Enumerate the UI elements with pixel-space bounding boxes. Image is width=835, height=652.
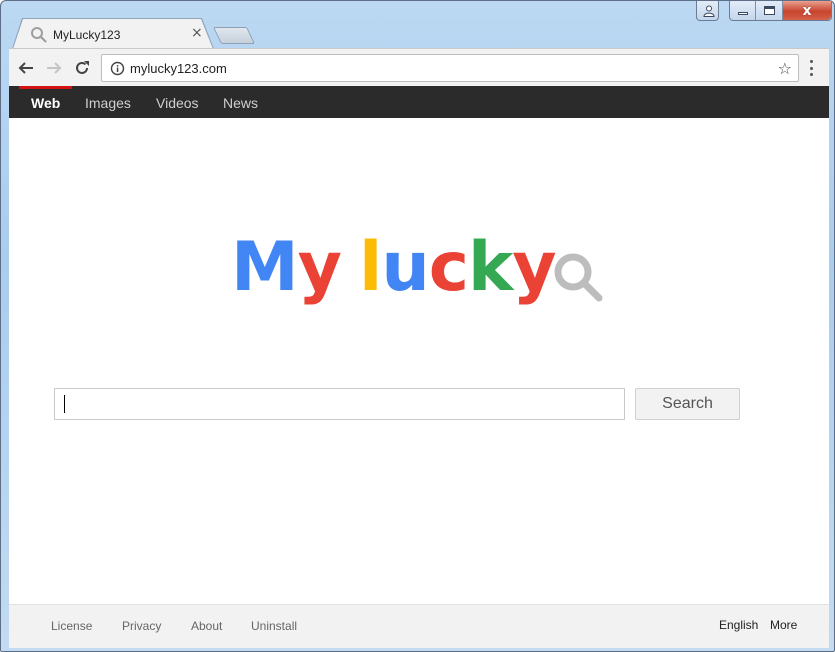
minimize-button[interactable] xyxy=(730,1,757,20)
footer-link-uninstall[interactable]: Uninstall xyxy=(251,619,297,633)
nav-web[interactable]: Web xyxy=(31,95,60,111)
forward-arrow-icon xyxy=(47,62,62,74)
page-content: Web Images Videos News My lucky Search L… xyxy=(9,86,829,648)
address-bar[interactable]: mylucky123.com ☆ xyxy=(101,54,799,82)
maximize-button[interactable] xyxy=(756,1,783,20)
reload-button[interactable] xyxy=(71,57,93,79)
search-input[interactable] xyxy=(54,388,625,420)
search-button[interactable]: Search xyxy=(635,388,740,420)
footer-link-license[interactable]: License xyxy=(51,619,92,633)
profile-button[interactable] xyxy=(696,1,719,21)
logo-letter: c xyxy=(428,228,469,307)
logo-letter: M xyxy=(231,228,299,307)
site-logo: My lucky xyxy=(231,228,557,307)
logo-letter: l xyxy=(359,228,382,307)
text-cursor xyxy=(64,395,65,413)
forward-button[interactable] xyxy=(43,57,65,79)
tab-title: MyLucky123 xyxy=(53,28,121,42)
more-vert-icon[interactable] xyxy=(805,58,817,78)
logo-letter: k xyxy=(468,228,513,307)
close-window-button[interactable]: x xyxy=(782,1,831,20)
footer: License Privacy About Uninstall English … xyxy=(9,604,829,648)
logo-letter: y xyxy=(512,228,556,307)
logo-letter: y xyxy=(297,228,342,307)
reload-icon xyxy=(76,61,89,74)
tab-close-button[interactable]: × xyxy=(191,25,203,41)
maximize-icon xyxy=(763,6,775,15)
active-tab-indicator xyxy=(19,86,72,89)
footer-link-about[interactable]: About xyxy=(191,619,222,633)
minimize-icon xyxy=(737,12,748,15)
logo-letter: u xyxy=(381,228,429,307)
nav-news[interactable]: News xyxy=(223,95,258,111)
nav-videos[interactable]: Videos xyxy=(156,95,199,111)
new-tab-button[interactable] xyxy=(213,27,255,44)
logo-magnifier-icon xyxy=(554,253,603,302)
bookmark-star-icon[interactable]: ☆ xyxy=(778,59,792,78)
logo-letter xyxy=(341,234,359,302)
top-navigation: Web Images Videos News xyxy=(9,86,829,118)
browser-window: x MyLucky123 × mylucky123.com ☆ Web Imag… xyxy=(0,0,835,652)
footer-link-english[interactable]: English xyxy=(719,618,758,632)
close-icon: x xyxy=(802,2,812,19)
window-controls: x xyxy=(729,1,832,21)
back-arrow-icon xyxy=(18,62,33,74)
search-icon xyxy=(30,26,48,44)
browser-toolbar: mylucky123.com ☆ xyxy=(9,48,829,86)
nav-images[interactable]: Images xyxy=(85,95,131,111)
info-icon[interactable] xyxy=(110,61,125,76)
user-icon xyxy=(697,1,720,20)
footer-link-more[interactable]: More xyxy=(770,618,797,632)
back-button[interactable] xyxy=(15,57,37,79)
footer-link-privacy[interactable]: Privacy xyxy=(122,619,161,633)
url-text[interactable]: mylucky123.com xyxy=(130,61,227,76)
